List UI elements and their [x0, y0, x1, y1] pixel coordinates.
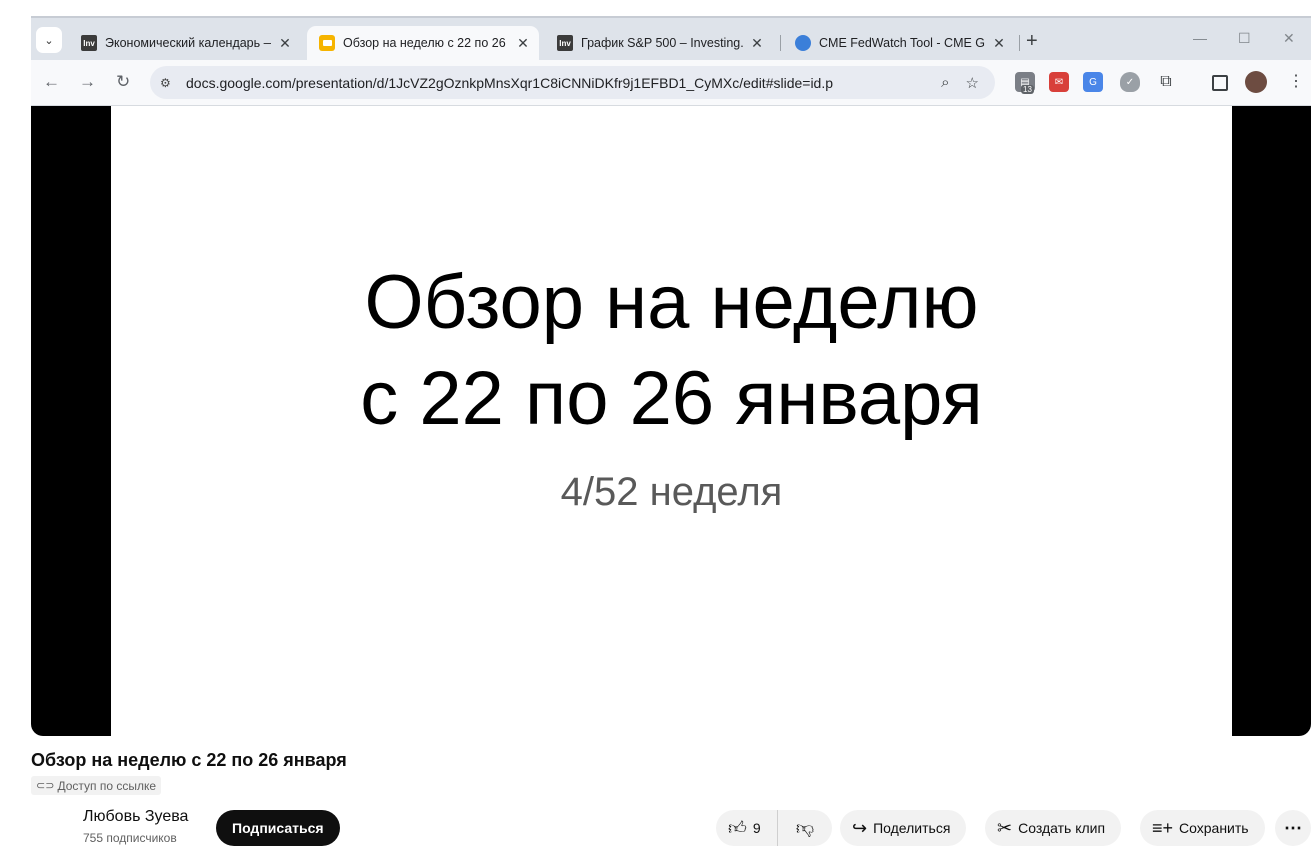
translate-extension-icon[interactable]: G — [1083, 72, 1103, 92]
channel-name[interactable]: Любовь Зуева — [83, 808, 188, 826]
tab-title: CME FedWatch Tool - CME Gro — [819, 36, 985, 50]
dislike-button[interactable]: 👎︎ — [778, 817, 832, 839]
tab-title: Обзор на неделю с 22 по 26 я — [343, 36, 509, 50]
minimize-icon[interactable]: — — [1193, 30, 1207, 46]
browser-window-chrome: ⌄ Inv Экономический календарь — ✕ Обзор … — [31, 16, 1311, 106]
save-label: Сохранить — [1179, 820, 1249, 836]
chevron-down-icon: ⌄ — [44, 34, 54, 47]
playlist-add-icon: ≡+ — [1152, 817, 1174, 838]
back-arrow-icon[interactable]: ← — [43, 72, 60, 92]
slide-subtitle: 4/52 неделя — [560, 470, 783, 514]
forward-arrow-icon[interactable]: → — [79, 72, 96, 92]
create-clip-button[interactable]: ✂ Создать клип — [985, 810, 1122, 846]
link-icon: ⊂⊃ — [36, 780, 55, 792]
puzzle-extensions-icon[interactable]: ⧉ — [1156, 72, 1176, 92]
new-tab-button[interactable]: + — [1026, 30, 1038, 53]
investing-icon: Inv — [81, 35, 97, 51]
like-button[interactable]: 👍︎ 9 — [716, 810, 778, 846]
close-window-icon[interactable]: ✕ — [1283, 30, 1295, 47]
investing-icon: Inv — [557, 35, 573, 51]
video-title: Обзор на неделю с 22 по 26 января — [31, 750, 347, 770]
globe-icon — [795, 35, 811, 51]
share-button[interactable]: ↪ Поделиться — [840, 810, 967, 846]
maximize-icon[interactable]: ☐ — [1238, 30, 1251, 47]
share-label: Поделиться — [873, 820, 951, 836]
extension-badge: 13 — [1021, 85, 1034, 94]
tab-cme-fedwatch[interactable]: CME FedWatch Tool - CME Gro ✕ — [783, 26, 1015, 60]
tab-strip: ⌄ Inv Экономический календарь — ✕ Обзор … — [31, 16, 1311, 60]
save-button[interactable]: ≡+ Сохранить — [1140, 810, 1265, 846]
subscribe-button[interactable]: Подписаться — [216, 810, 340, 846]
tab-weekly-review[interactable]: Обзор на неделю с 22 по 26 я ✕ — [307, 26, 539, 60]
tab-title: График S&P 500 – Investing.co — [581, 36, 743, 50]
tab-search-button[interactable]: ⌄ — [36, 27, 62, 53]
share-arrow-icon: ↪ — [852, 817, 868, 838]
video-player[interactable]: ⌄ Inv Экономический календарь — ✕ Обзор … — [31, 16, 1311, 736]
site-settings-icon[interactable]: ⚙ — [160, 76, 174, 90]
close-icon[interactable]: ✕ — [277, 35, 293, 52]
scissors-icon: ✂ — [997, 817, 1013, 838]
bookmark-star-icon[interactable]: ☆ — [966, 74, 979, 92]
reload-icon[interactable]: ↻ — [116, 72, 130, 92]
access-label: Доступ по ссылке — [57, 778, 157, 793]
close-icon[interactable]: ✕ — [749, 35, 765, 52]
browser-toolbar: ← → ↻ ⚙ docs.google.com/presentation/d/1… — [31, 60, 1311, 106]
more-actions-button[interactable]: ⋯ — [1275, 810, 1311, 846]
slide-title: Обзор на неделю с 22 по 26 января — [111, 255, 1232, 447]
google-slides-icon — [319, 35, 335, 51]
zoom-icon[interactable]: ⌕ — [941, 74, 949, 91]
tab-separator — [1019, 35, 1020, 51]
tab-separator — [780, 35, 781, 51]
thumbs-up-icon: 👍︎ — [728, 818, 747, 838]
like-dislike-group: 👍︎ 9 👎︎ — [716, 810, 832, 846]
close-icon[interactable]: ✕ — [991, 35, 1007, 52]
profile-avatar[interactable] — [1245, 71, 1267, 93]
side-panel-icon[interactable] — [1212, 75, 1228, 91]
kebab-menu-icon[interactable]: ⋮ — [1288, 71, 1304, 91]
like-count: 9 — [752, 820, 761, 836]
close-icon[interactable]: ✕ — [515, 35, 531, 52]
tab-economic-calendar[interactable]: Inv Экономический календарь — ✕ — [69, 26, 301, 60]
thumbs-down-icon: 👎︎ — [795, 818, 815, 838]
address-bar[interactable]: ⚙ docs.google.com/presentation/d/1JcVZ2g… — [150, 66, 995, 99]
shield-extension-icon[interactable]: ✓ — [1120, 72, 1140, 92]
subscriber-count: 755 подписчиков — [83, 831, 177, 845]
tab-title: Экономический календарь — — [105, 36, 271, 50]
mail-extension-icon[interactable]: ✉ — [1049, 72, 1069, 92]
tab-sp500-chart[interactable]: Inv График S&P 500 – Investing.co ✕ — [545, 26, 773, 60]
slide-title-line-1: Обзор на неделю — [364, 260, 979, 345]
access-badge: ⊂⊃ Доступ по ссылке — [31, 776, 162, 795]
slide-title-line-2: с 22 по 26 января — [360, 356, 983, 441]
clip-label: Создать клип — [1018, 820, 1106, 836]
presentation-slide: Обзор на неделю с 22 по 26 января 4/52 н… — [111, 106, 1232, 736]
url-text[interactable]: docs.google.com/presentation/d/1JcVZ2gOz… — [186, 75, 941, 91]
